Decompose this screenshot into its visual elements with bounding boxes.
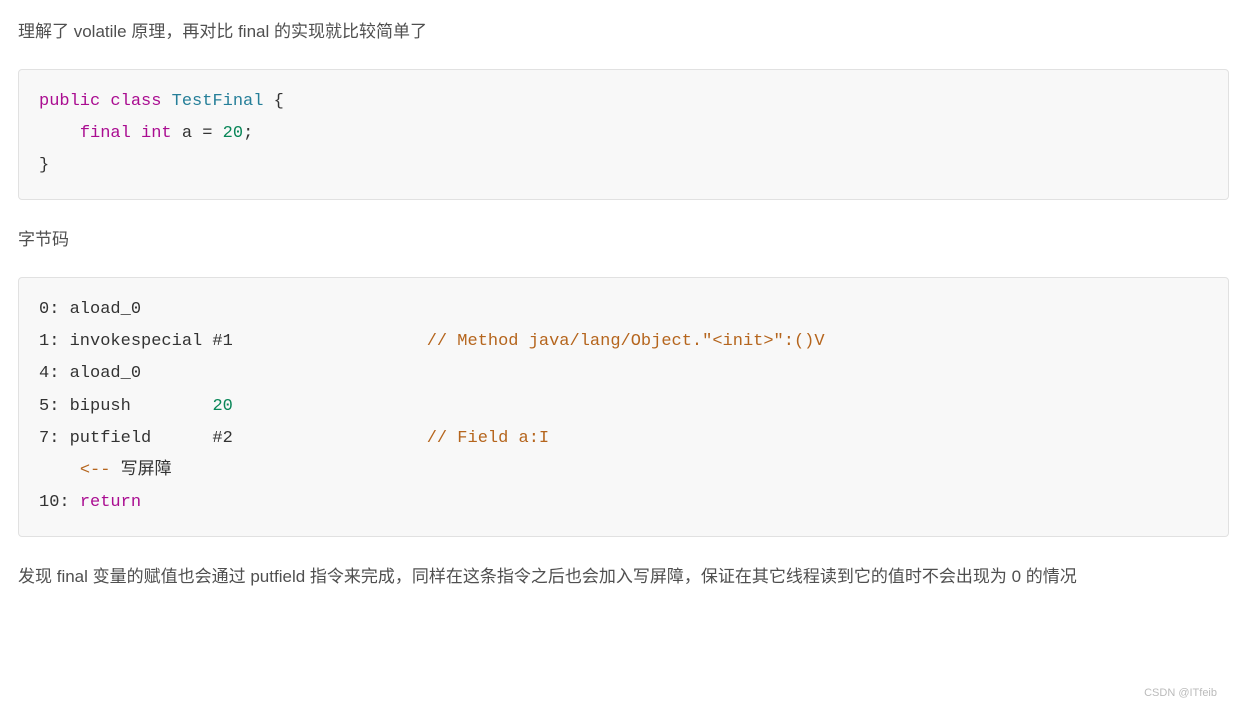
instr-invokespecial: invokespecial #1: [70, 332, 233, 351]
paragraph-intro: 理解了 volatile 原理，再对比 final 的实现就比较简单了: [18, 18, 1229, 47]
paragraph-bytecode-label: 字节码: [18, 226, 1229, 255]
var-assign: a =: [182, 124, 223, 143]
line-num-4: 4:: [39, 364, 59, 383]
instr-aload0: aload_0: [70, 300, 141, 319]
line-num-7: 7:: [39, 429, 59, 448]
brace-open: {: [274, 92, 284, 111]
line-num-1: 1:: [39, 332, 59, 351]
line-num-5: 5:: [39, 397, 59, 416]
barrier-arrow: <--: [80, 461, 111, 480]
comment-field: // Field a:I: [427, 429, 549, 448]
brace-close: }: [39, 156, 49, 175]
footer-credit: CSDN @ITfeib: [1144, 684, 1217, 703]
kw-int: int: [141, 124, 172, 143]
line-num-10: 10:: [39, 493, 70, 512]
paragraph-conclusion: 发现 final 变量的赋值也会通过 putfield 指令来完成，同样在这条指…: [18, 563, 1229, 592]
semicolon: ;: [243, 124, 253, 143]
kw-final: final: [80, 124, 131, 143]
comment-init: // Method java/lang/Object."<init>":()V: [427, 332, 825, 351]
bipush-arg: 20: [212, 397, 232, 416]
instr-return: return: [80, 493, 141, 512]
num-literal: 20: [223, 124, 243, 143]
line-num-0: 0:: [39, 300, 59, 319]
instr-bipush: bipush: [70, 397, 131, 416]
kw-class: class: [110, 92, 161, 111]
kw-public: public: [39, 92, 100, 111]
instr-aload0-2: aload_0: [70, 364, 141, 383]
instr-putfield: putfield #2: [70, 429, 233, 448]
barrier-text: 写屏障: [121, 461, 172, 480]
type-name: TestFinal: [172, 92, 264, 111]
code-block-bytecode: 0: aload_0 1: invokespecial #1 // Method…: [18, 277, 1229, 537]
code-block-java: public class TestFinal { final int a = 2…: [18, 69, 1229, 200]
